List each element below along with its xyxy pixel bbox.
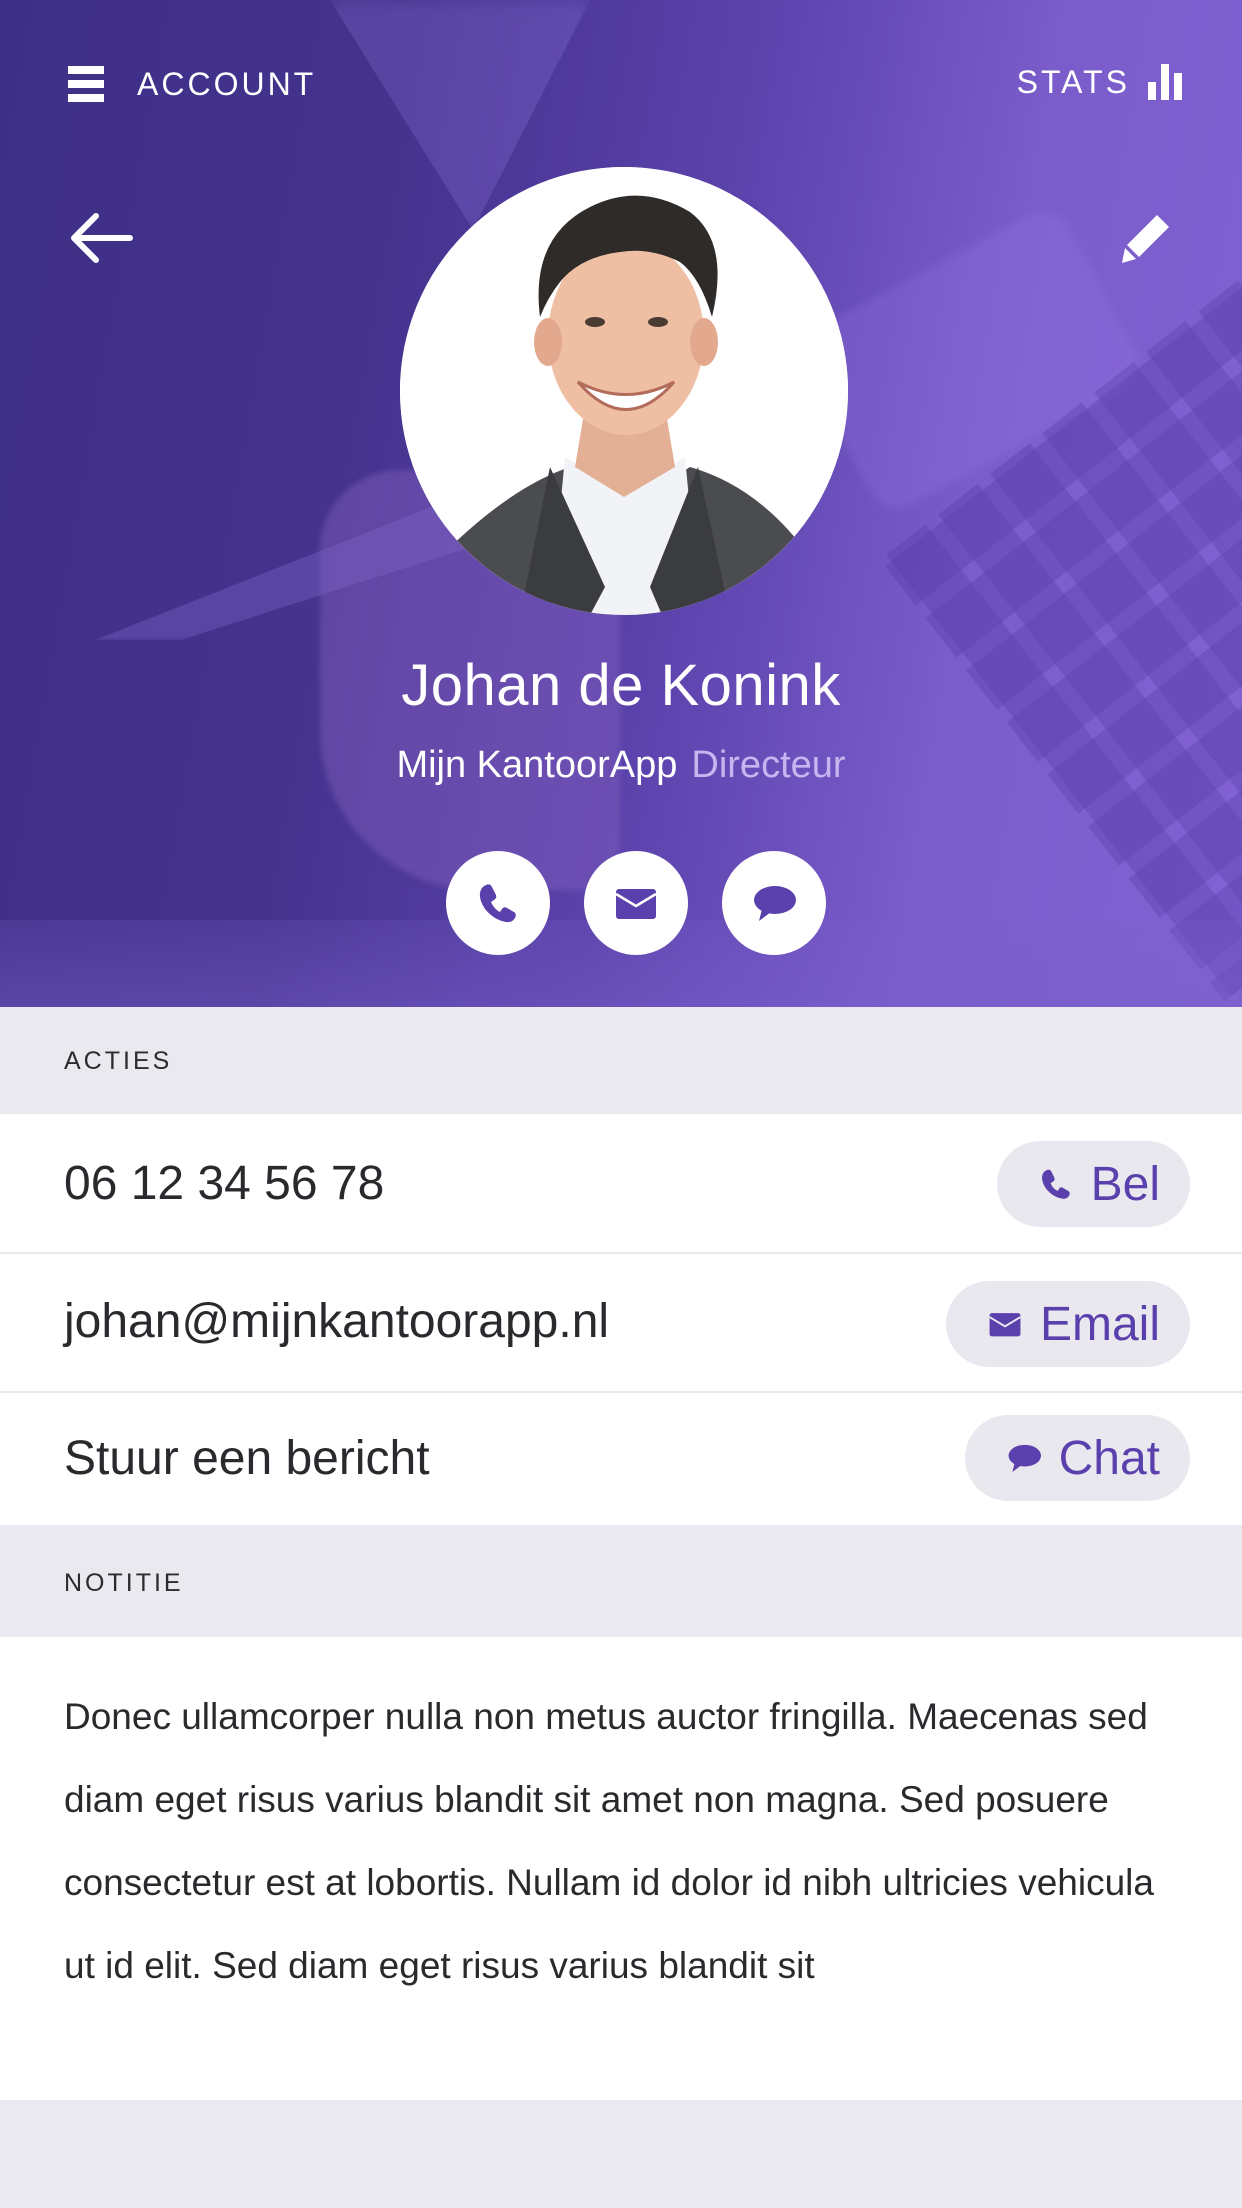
- background-keyboard-image: [880, 190, 1242, 1002]
- chat-bubble-icon: [1008, 1444, 1041, 1472]
- job-title: Directeur: [691, 744, 846, 786]
- chat-button[interactable]: Chat: [964, 1415, 1190, 1501]
- profile-name: Johan de Konink: [401, 653, 841, 718]
- chat-button-label: Chat: [1058, 1431, 1160, 1485]
- page-bottom: [0, 2100, 1242, 2208]
- arrow-left-icon: [71, 213, 133, 263]
- avatar-photo: [400, 167, 848, 615]
- edit-button[interactable]: [1120, 212, 1172, 264]
- back-button[interactable]: [70, 212, 134, 264]
- email-button-label: Email: [1039, 1297, 1160, 1351]
- quick-call-button[interactable]: [446, 851, 550, 955]
- avatar: [400, 167, 848, 615]
- call-button[interactable]: Bel: [996, 1141, 1190, 1227]
- envelope-icon: [989, 1313, 1021, 1337]
- section-title: NOTITIE: [64, 1569, 184, 1597]
- message-prompt: Stuur een bericht: [64, 1432, 430, 1485]
- section-header-actions: ACTIES: [0, 1007, 1242, 1114]
- section-header-notes: NOTITIE: [0, 1525, 1242, 1637]
- top-bar: ACCOUNT STATS: [0, 0, 1242, 170]
- hamburger-icon[interactable]: [68, 64, 106, 102]
- stats-label: STATS: [1016, 64, 1130, 100]
- phone-icon: [1041, 1169, 1070, 1199]
- company-name: Mijn KantoorApp: [396, 744, 678, 786]
- quick-chat-button[interactable]: [722, 851, 826, 955]
- call-button-label: Bel: [1090, 1157, 1160, 1211]
- stats-button[interactable]: STATS: [1017, 62, 1182, 100]
- pencil-icon: [1122, 215, 1169, 263]
- email-address: johan@mijnkantoorapp.nl: [64, 1295, 610, 1348]
- chat-bubble-icon: [754, 886, 796, 921]
- bar-chart-icon: [1148, 62, 1182, 100]
- account-title: ACCOUNT: [137, 66, 317, 102]
- quick-email-button[interactable]: [584, 851, 688, 955]
- email-button[interactable]: Email: [945, 1281, 1190, 1367]
- profile-hero: ACCOUNT STATS Johan de Konink Mijn Kanto…: [0, 0, 1242, 1007]
- action-row-chat: Stuur een bericht Chat: [0, 1393, 1242, 1525]
- profile-subtitle: Mijn KantoorApp Directeur: [0, 744, 1242, 787]
- action-row-email: johan@mijnkantoorapp.nl Email: [0, 1254, 1242, 1393]
- section-title: ACTIES: [64, 1047, 173, 1075]
- notes-body: Donec ullamcorper nulla non metus auctor…: [0, 1637, 1242, 2100]
- envelope-icon: [615, 889, 657, 919]
- action-row-phone: 06 12 34 56 78 Bel: [0, 1114, 1242, 1254]
- note-text: Donec ullamcorper nulla non metus auctor…: [64, 1696, 1154, 1986]
- quick-actions: [446, 851, 826, 955]
- phone-number: 06 12 34 56 78: [64, 1157, 385, 1210]
- phone-icon: [479, 884, 516, 923]
